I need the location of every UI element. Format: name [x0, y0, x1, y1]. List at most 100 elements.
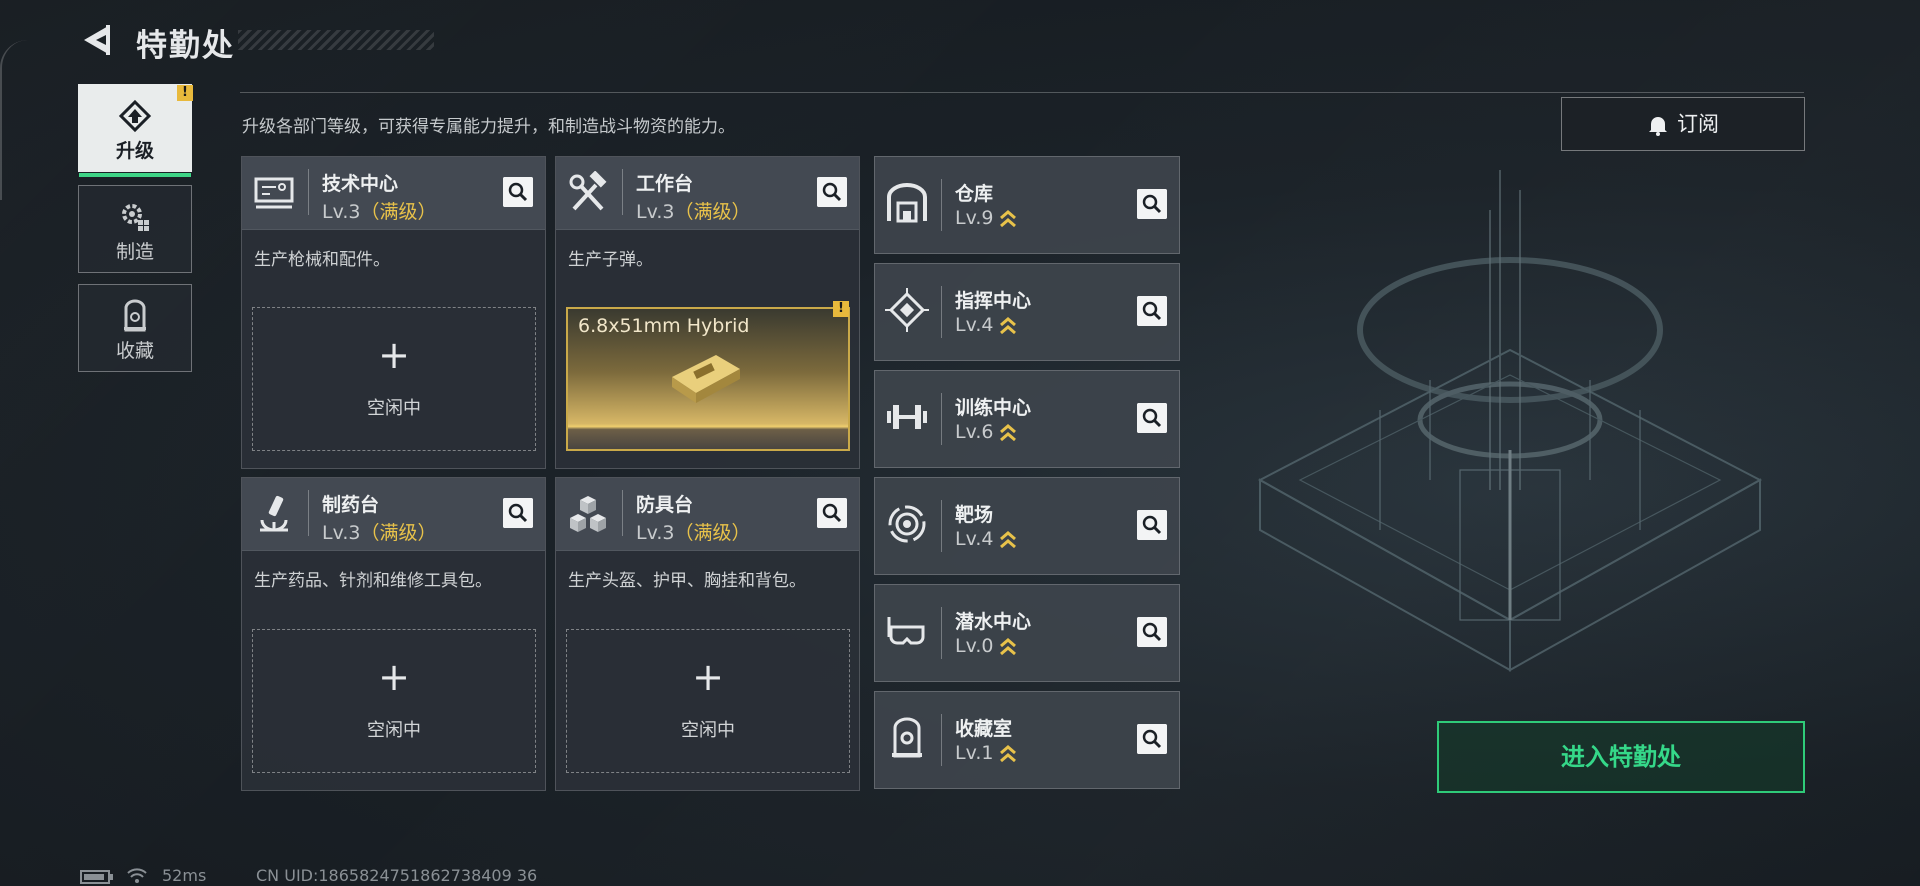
- facility-card-collection-room[interactable]: 收藏室 Lv.1: [874, 691, 1180, 789]
- department-description: 生产药品、针剂和维修工具包。: [254, 571, 492, 591]
- facility-card-shooting-range[interactable]: 靶场 Lv.4: [874, 477, 1180, 575]
- divider: [941, 607, 942, 659]
- dumbbell-icon: [887, 405, 927, 429]
- decor-arc: [0, 40, 28, 200]
- department-card-pharmacy[interactable]: 制药台 Lv.3（满级） 生产药品、针剂和维修工具包。 + 空闲中: [241, 477, 546, 791]
- facility-level: Lv.4: [955, 528, 1017, 550]
- level-value: Lv.9: [955, 207, 994, 229]
- level-value: Lv.6: [955, 421, 994, 443]
- divider: [308, 169, 309, 215]
- page-title: 特勤处: [136, 28, 235, 64]
- ping-value: 52ms: [162, 866, 207, 885]
- level-value: Lv.3: [636, 201, 675, 223]
- search-icon[interactable]: [503, 177, 533, 207]
- wifi-icon: [127, 868, 147, 883]
- facility-level: Lv.9: [955, 207, 1017, 229]
- idle-slot[interactable]: + 空闲中: [566, 629, 850, 773]
- search-icon[interactable]: [503, 498, 533, 528]
- collection-room-icon: [892, 717, 922, 758]
- divider: [941, 393, 942, 445]
- facility-level: Lv.4: [955, 314, 1017, 336]
- department-name: 制药台: [322, 494, 380, 516]
- target-icon: [888, 505, 926, 543]
- base-hologram-illustration: [1257, 170, 1763, 672]
- idle-slot[interactable]: + 空闲中: [252, 307, 536, 451]
- department-card-armor[interactable]: 防具台 Lv.3（满级） 生产头盔、护甲、胸挂和背包。 + 空闲中: [555, 477, 860, 791]
- sidebar-item-upgrade[interactable]: 升级 !: [78, 84, 193, 177]
- search-icon[interactable]: [1137, 510, 1167, 540]
- sidebar-item-craft[interactable]: 制造: [78, 185, 192, 273]
- facility-card-diving-center[interactable]: 潜水中心 Lv.0: [874, 584, 1180, 682]
- facility-card-command-center[interactable]: 指挥中心 Lv.4: [874, 263, 1180, 361]
- diving-mask-icon: [887, 617, 925, 645]
- search-icon[interactable]: [1137, 189, 1167, 219]
- idle-slot[interactable]: + 空闲中: [252, 629, 536, 773]
- upgrade-chevron-icon: [1000, 637, 1017, 655]
- department-card-tech-center[interactable]: 技术中心 Lv.3（满级） 生产枪械和配件。 + 空闲中: [241, 156, 546, 469]
- subscribe-button[interactable]: 订阅: [1561, 97, 1805, 151]
- search-icon[interactable]: [817, 177, 847, 207]
- level-value: Lv.0: [955, 635, 994, 657]
- crafting-item-slot[interactable]: 6.8x51mm Hybrid: [566, 307, 850, 451]
- user-uid: CN UID:1865824751862738409 36: [256, 866, 538, 885]
- upgrade-chevron-icon: [1000, 423, 1017, 441]
- sidebar-item-label: 制造: [115, 241, 154, 263]
- level-value: Lv.4: [955, 314, 994, 336]
- department-level: Lv.3（满级）: [636, 197, 751, 224]
- department-name: 技术中心: [322, 173, 399, 195]
- facility-name: 潜水中心: [955, 611, 1032, 633]
- divider: [622, 169, 623, 215]
- warehouse-icon: [887, 183, 927, 223]
- upgrade-chevron-icon: [1000, 316, 1017, 334]
- divider: [308, 490, 309, 536]
- level-value: Lv.3: [322, 522, 361, 544]
- title-decoration: [238, 30, 434, 50]
- plus-icon: +: [692, 655, 724, 699]
- facility-level: Lv.0: [955, 635, 1017, 657]
- upgrade-chevron-icon: [1000, 530, 1017, 548]
- divider: [941, 286, 942, 338]
- search-icon[interactable]: [1137, 617, 1167, 647]
- level-value: Lv.3: [636, 522, 675, 544]
- sidebar-item-collection[interactable]: 收藏: [78, 284, 192, 372]
- page-description: 升级各部门等级，可获得专属能力提升，和制造战斗物资的能力。: [242, 117, 735, 137]
- facility-name: 仓库: [955, 183, 994, 205]
- ammo-box-icon: [672, 355, 740, 403]
- search-icon[interactable]: [1137, 403, 1167, 433]
- divider: [941, 500, 942, 552]
- department-name: 工作台: [636, 173, 694, 195]
- idle-label: 空闲中: [681, 720, 735, 741]
- level-value: Lv.1: [955, 742, 994, 764]
- facility-card-warehouse[interactable]: 仓库 Lv.9: [874, 156, 1180, 254]
- search-icon[interactable]: [1137, 296, 1167, 326]
- facility-level: Lv.6: [955, 421, 1017, 443]
- tech-center-icon: [254, 177, 294, 209]
- max-level-tag: （满级）: [674, 522, 751, 544]
- department-level: Lv.3（满级）: [322, 197, 437, 224]
- search-icon[interactable]: [1137, 724, 1167, 754]
- facility-name: 靶场: [955, 504, 994, 526]
- upgrade-chevron-icon: [1000, 744, 1017, 762]
- back-arrow-icon[interactable]: [80, 22, 114, 58]
- search-icon[interactable]: [817, 498, 847, 528]
- max-level-tag: （满级）: [360, 522, 437, 544]
- department-description: 生产子弹。: [568, 250, 653, 270]
- facility-name: 指挥中心: [955, 290, 1032, 312]
- facility-level: Lv.1: [955, 742, 1017, 764]
- department-card-workbench[interactable]: 工作台 Lv.3（满级） 生产子弹。 6.8x51mm Hybrid !: [555, 156, 860, 469]
- plus-icon: +: [378, 333, 410, 377]
- idle-label: 空闲中: [367, 720, 421, 741]
- divider: [941, 179, 942, 231]
- divider: [622, 490, 623, 536]
- gear-icon: [122, 204, 149, 231]
- enter-special-ops-button[interactable]: 进入特勤处: [1437, 721, 1805, 793]
- facility-card-training-center[interactable]: 训练中心 Lv.6: [874, 370, 1180, 468]
- department-name: 防具台: [636, 494, 694, 516]
- upgrade-icon: [118, 99, 152, 133]
- bell-icon: [1649, 117, 1667, 136]
- facility-name: 收藏室: [955, 718, 1013, 740]
- hammer-wrench-icon: [569, 171, 607, 211]
- subscribe-label: 订阅: [1677, 112, 1719, 136]
- facility-name: 训练中心: [955, 397, 1032, 419]
- department-description: 生产枪械和配件。: [254, 250, 390, 270]
